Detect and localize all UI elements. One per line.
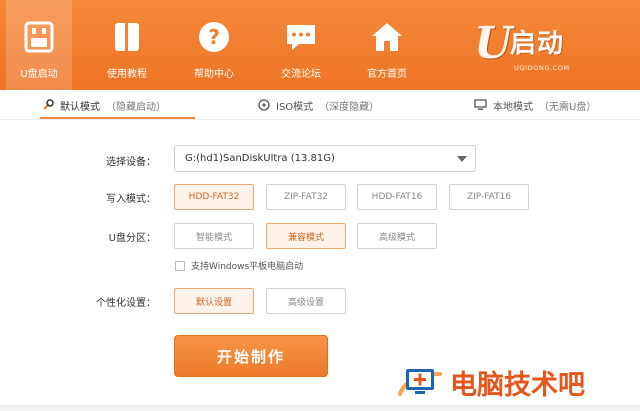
tab-default-mode[interactable]: 默认模式 （隐藏启动） [42,90,166,120]
brand-logo: U 启动 UQIDONG.COM [470,20,630,80]
tab-hint: （深度隐藏） [319,101,380,113]
device-label: 选择设备： [106,157,156,168]
tab-label: ISO模式 [276,101,314,113]
partition-label: U盘分区： [108,233,156,244]
chat-icon [282,18,320,56]
tab-label: 默认模式 [60,101,100,113]
partition-option-advanced[interactable]: 高级模式 [357,223,437,249]
disc-icon [258,99,270,111]
tab-iso-mode[interactable]: ISO模式 （深度隐藏） [258,90,379,120]
write-option-hdd-fat32[interactable]: HDD-FAT32 [174,184,254,210]
nav-label: 官方首页 [367,69,407,80]
personalization-label: 个性化设置： [96,298,156,309]
book-icon [108,18,146,56]
home-icon [368,18,406,56]
tab-hint: （隐藏启动） [106,101,166,113]
nav-label: U盘启动 [20,69,58,80]
wrench-icon [42,99,54,111]
write-option-zip-fat32[interactable]: ZIP-FAT32 [266,184,346,210]
tab-hint: （无需U盘） [539,101,597,113]
bottom-divider [0,405,640,411]
tablet-boot-checkbox[interactable] [175,260,185,271]
tab-label: 本地模式 [493,101,533,113]
watermark-text: 电脑技术吧 [450,369,585,401]
app-header: U盘启动 使用教程 ? 帮助中心 交流论坛 官方首页 U 启动 UQIDONG.… [0,0,640,90]
nav-label: 帮助中心 [194,69,234,80]
partition-option-smart[interactable]: 智能模式 [174,223,254,249]
watermark: 电脑技术吧 [396,358,585,406]
brand-letter: U [474,18,513,69]
tablet-boot-option: 支持Windows平板电脑启动 [175,259,303,272]
brand-url: UQIDONG.COM [514,64,570,72]
tablet-boot-label: 支持Windows平板电脑启动 [191,262,304,272]
help-icon: ? [195,18,233,56]
device-value: G:(hd1)SanDiskUltra (13.81G) [185,153,335,164]
chevron-down-icon [457,156,467,162]
tab-local-mode[interactable]: 本地模式 （无需U盘） [474,90,596,120]
nav-help-center[interactable]: ? 帮助中心 [181,0,247,90]
nav-homepage[interactable]: 官方首页 [354,0,420,90]
mode-tabs: 默认模式 （隐藏启动） ISO模式 （深度隐藏） 本地模式 （无需U盘） [0,90,640,120]
nav-label: 交流论坛 [281,69,321,80]
personal-option-advanced[interactable]: 高级设置 [266,288,346,314]
nav-label: 使用教程 [107,69,147,80]
nav-tutorial[interactable]: 使用教程 [94,0,160,90]
svg-text:?: ? [208,25,220,49]
monitor-icon [474,99,487,111]
active-tab-indicator [40,117,195,119]
write-mode-label: 写入模式： [106,194,156,205]
device-select[interactable]: G:(hd1)SanDiskUltra (13.81G) [174,145,476,172]
personal-option-default[interactable]: 默认设置 [174,288,254,314]
write-option-hdd-fat16[interactable]: HDD-FAT16 [357,184,437,210]
brand-name: 启动 [510,29,565,59]
nav-forum[interactable]: 交流论坛 [268,0,334,90]
nav-usb-boot[interactable]: U盘启动 [6,0,72,90]
usb-drive-icon [20,18,58,56]
start-making-button[interactable]: 开始制作 [174,335,328,377]
write-option-zip-fat16[interactable]: ZIP-FAT16 [449,184,529,210]
partition-option-compatible[interactable]: 兼容模式 [266,223,346,249]
monitor-plus-icon [396,360,444,404]
